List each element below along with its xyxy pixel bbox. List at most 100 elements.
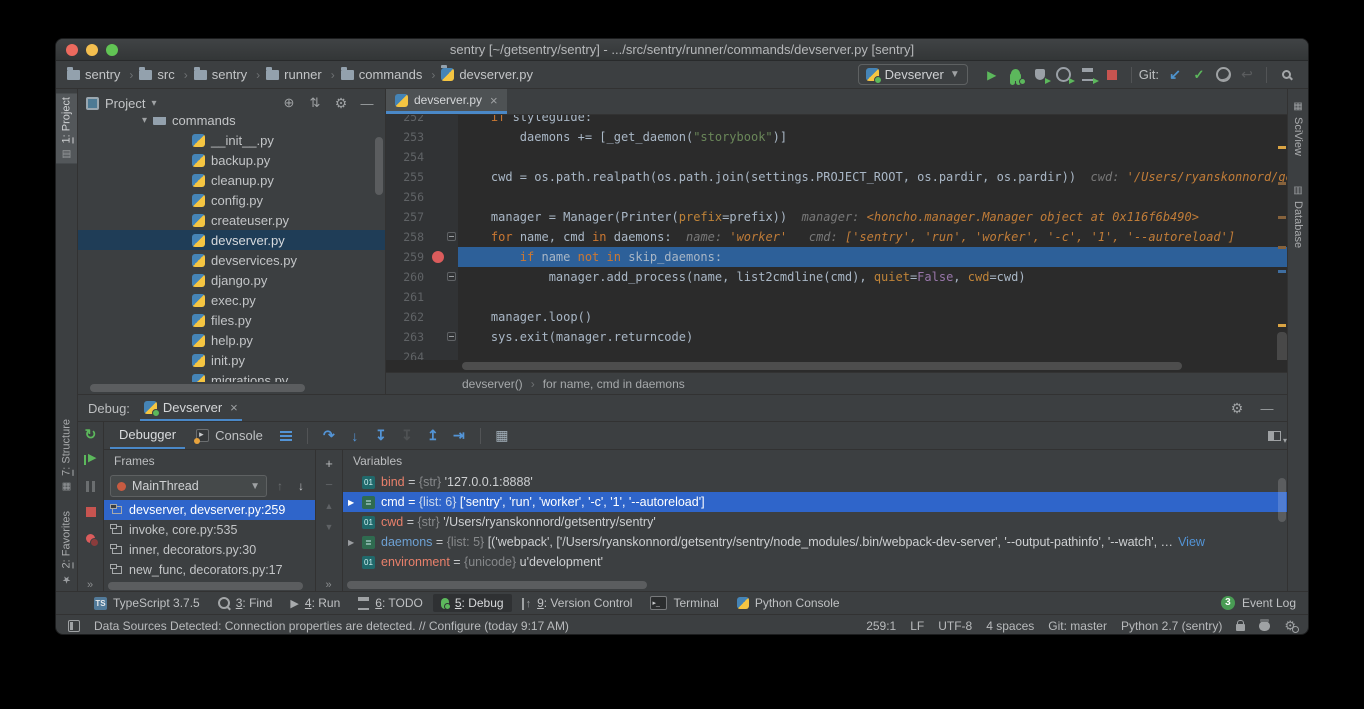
breadcrumb-item[interactable]: commands › [340,67,441,82]
zoom-window-button[interactable] [106,44,118,56]
toolwindow-python-console[interactable]: Python Console [729,594,848,612]
sidebar-tab-sciview[interactable]: ▦SciView [1288,97,1308,160]
hector-inspection-icon[interactable] [1259,621,1270,631]
thread-selector[interactable]: MainThread ▼ [110,475,267,497]
breadcrumb-statement[interactable]: for name, cmd in daemons [543,377,685,391]
toolwindow-run[interactable]: 4: Run [282,594,348,612]
error-stripe-mark[interactable] [1278,182,1286,185]
lock-icon[interactable] [1236,624,1245,631]
tree-file-item[interactable]: config.py [78,190,385,210]
step-into-button[interactable] [343,425,367,447]
expand-caret-icon[interactable]: ▾ [142,117,147,126]
breadcrumb-item[interactable]: src › [138,67,192,82]
tree-file-item[interactable]: devserver.py [78,230,385,250]
editor-gutter[interactable]: 260 [386,267,458,287]
force-step-into-button[interactable] [395,425,419,447]
status-widget[interactable]: 259:1 [866,619,896,633]
tree-file-item[interactable]: exec.py [78,290,385,310]
hide-panel-button[interactable] [357,96,377,111]
toolwindow-terminal[interactable]: Terminal [642,594,726,612]
event-log-button[interactable]: 3 Event Log [1221,596,1296,610]
editor-gutter[interactable]: 264 [386,347,458,360]
error-stripe-mark[interactable] [1278,246,1286,249]
coverage-button[interactable] [1028,64,1052,86]
tree-file-item[interactable]: devservices.py [78,250,385,270]
code-text[interactable]: manager = Manager(Printer(prefix=prefix)… [458,207,1287,227]
debug-button[interactable] [1004,64,1028,86]
error-stripe-mark[interactable] [1278,270,1286,273]
layout-options-button[interactable] [274,425,298,447]
project-panel-title[interactable]: Project [105,96,145,111]
variable-row[interactable]: ▶ 01 bind = {str} '127.0.0.1:8888' [343,472,1287,492]
tree-file-item[interactable]: files.py [78,310,385,330]
tree-file-item[interactable]: createuser.py [78,210,385,230]
code-text[interactable]: for name, cmd in daemons: name: 'worker'… [458,227,1287,247]
move-up-button[interactable]: ▲ [325,500,334,512]
status-widget[interactable]: Git: master [1048,619,1107,633]
move-down-button[interactable]: ▼ [325,521,334,533]
close-icon[interactable]: × [228,400,238,415]
status-widget[interactable]: UTF-8 [938,619,972,633]
variable-row[interactable]: ▶ 01 environment = {unicode} u'developme… [343,552,1287,572]
status-widget[interactable]: LF [910,619,924,633]
debug-view-tab[interactable]: Console [187,422,272,449]
error-stripe-mark[interactable] [1278,146,1286,149]
run-to-cursor-button[interactable] [447,425,471,447]
code-area[interactable]: 252 if styleguide: 253 [386,115,1287,360]
hide-panel-button[interactable] [1257,401,1277,416]
stop-button[interactable] [1100,64,1124,86]
editor-gutter[interactable]: 255 [386,167,458,187]
rollback-button[interactable] [1235,64,1259,86]
editor-gutter[interactable]: 254 [386,147,458,167]
fold-marker-icon[interactable] [447,272,456,281]
status-widget[interactable]: Python 2.7 (sentry) [1121,619,1222,633]
code-text[interactable]: if name not in skip_daemons: [458,247,1287,267]
tree-folder-commands[interactable]: ▾ commands [78,117,385,130]
editor-gutter[interactable]: 261 [386,287,458,307]
error-stripe-mark[interactable] [1278,216,1286,219]
expand-triangle-icon[interactable]: ▶ [348,498,362,507]
collapse-all-button[interactable] [305,95,325,111]
editor-gutter[interactable]: 252 [386,115,458,127]
tree-file-item[interactable]: backup.py [78,150,385,170]
variable-row[interactable]: ▶ ≣ cmd = {list: 6} ['sentry', 'run', 'w… [343,492,1287,512]
toolwindow-find[interactable]: 3: Find [210,594,281,612]
code-text[interactable] [458,147,1287,167]
debug-session-tab[interactable]: Devserver × [140,395,242,421]
more-actions-button[interactable]: » [325,579,332,591]
toolwindow-version-control[interactable]: 9: Version Control [514,594,641,612]
editor-gutter[interactable]: 259 [386,247,458,267]
code-text[interactable] [458,287,1287,307]
code-text[interactable]: cwd = os.path.realpath(os.path.join(sett… [458,167,1287,187]
remove-watch-button[interactable]: − [325,479,333,491]
history-button[interactable] [1211,64,1235,86]
breakpoint-icon[interactable] [432,251,444,263]
concurrency-diagram-button[interactable] [1076,64,1100,86]
editor-vertical-scrollbar[interactable] [1277,332,1287,360]
breadcrumb-item[interactable]: sentry › [66,67,138,82]
breadcrumb-item[interactable]: runner › [265,67,340,82]
project-horizontal-scrollbar[interactable] [78,382,385,394]
tree-file-item[interactable]: django.py [78,270,385,290]
code-text[interactable]: if styleguide: [458,115,1287,127]
add-watch-button[interactable]: + [325,458,333,470]
step-over-button[interactable] [317,425,341,447]
search-everywhere-button[interactable] [1274,64,1298,86]
run-configuration-selector[interactable]: Devserver ▼ [858,64,968,85]
breadcrumb-scope[interactable]: devserver() [462,377,523,391]
fold-marker-icon[interactable] [447,332,456,341]
gear-icon[interactable] [331,95,351,112]
more-actions-button[interactable]: » [87,579,94,591]
editor-gutter[interactable]: 263 [386,327,458,347]
tree-file-item[interactable]: init.py [78,350,385,370]
debug-view-tab[interactable]: Debugger [110,422,185,449]
commit-button[interactable] [1187,64,1211,86]
tree-file-item[interactable]: __init__.py [78,130,385,150]
editor-gutter[interactable]: 257 [386,207,458,227]
breadcrumb-item[interactable]: sentry › [193,67,265,82]
variables-horizontal-scrollbar[interactable] [343,579,1287,591]
stack-frame-item[interactable]: devserver, devserver.py:259 [104,500,315,520]
stop-button[interactable] [79,503,103,521]
run-button[interactable] [980,64,1004,86]
variables-vertical-scrollbar[interactable] [1278,478,1286,522]
